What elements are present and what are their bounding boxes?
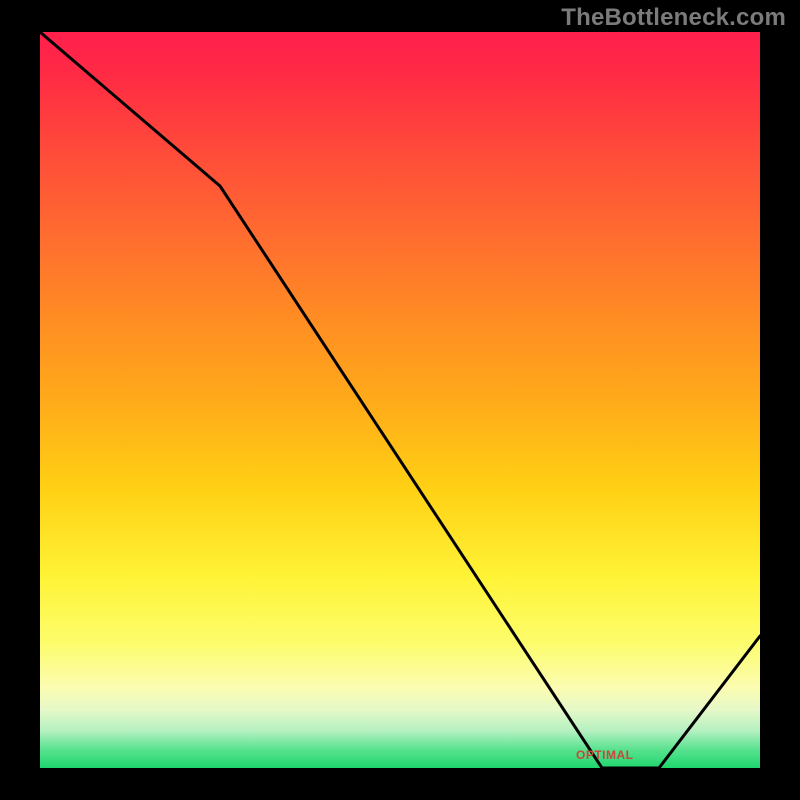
curve-svg xyxy=(40,32,760,768)
plot-area: OPTIMAL xyxy=(40,32,760,768)
chart-frame: TheBottleneck.com OPTIMAL xyxy=(0,0,800,800)
bottleneck-curve-path xyxy=(40,32,760,768)
attribution-text: TheBottleneck.com xyxy=(561,4,786,32)
optimal-label: OPTIMAL xyxy=(576,748,634,762)
